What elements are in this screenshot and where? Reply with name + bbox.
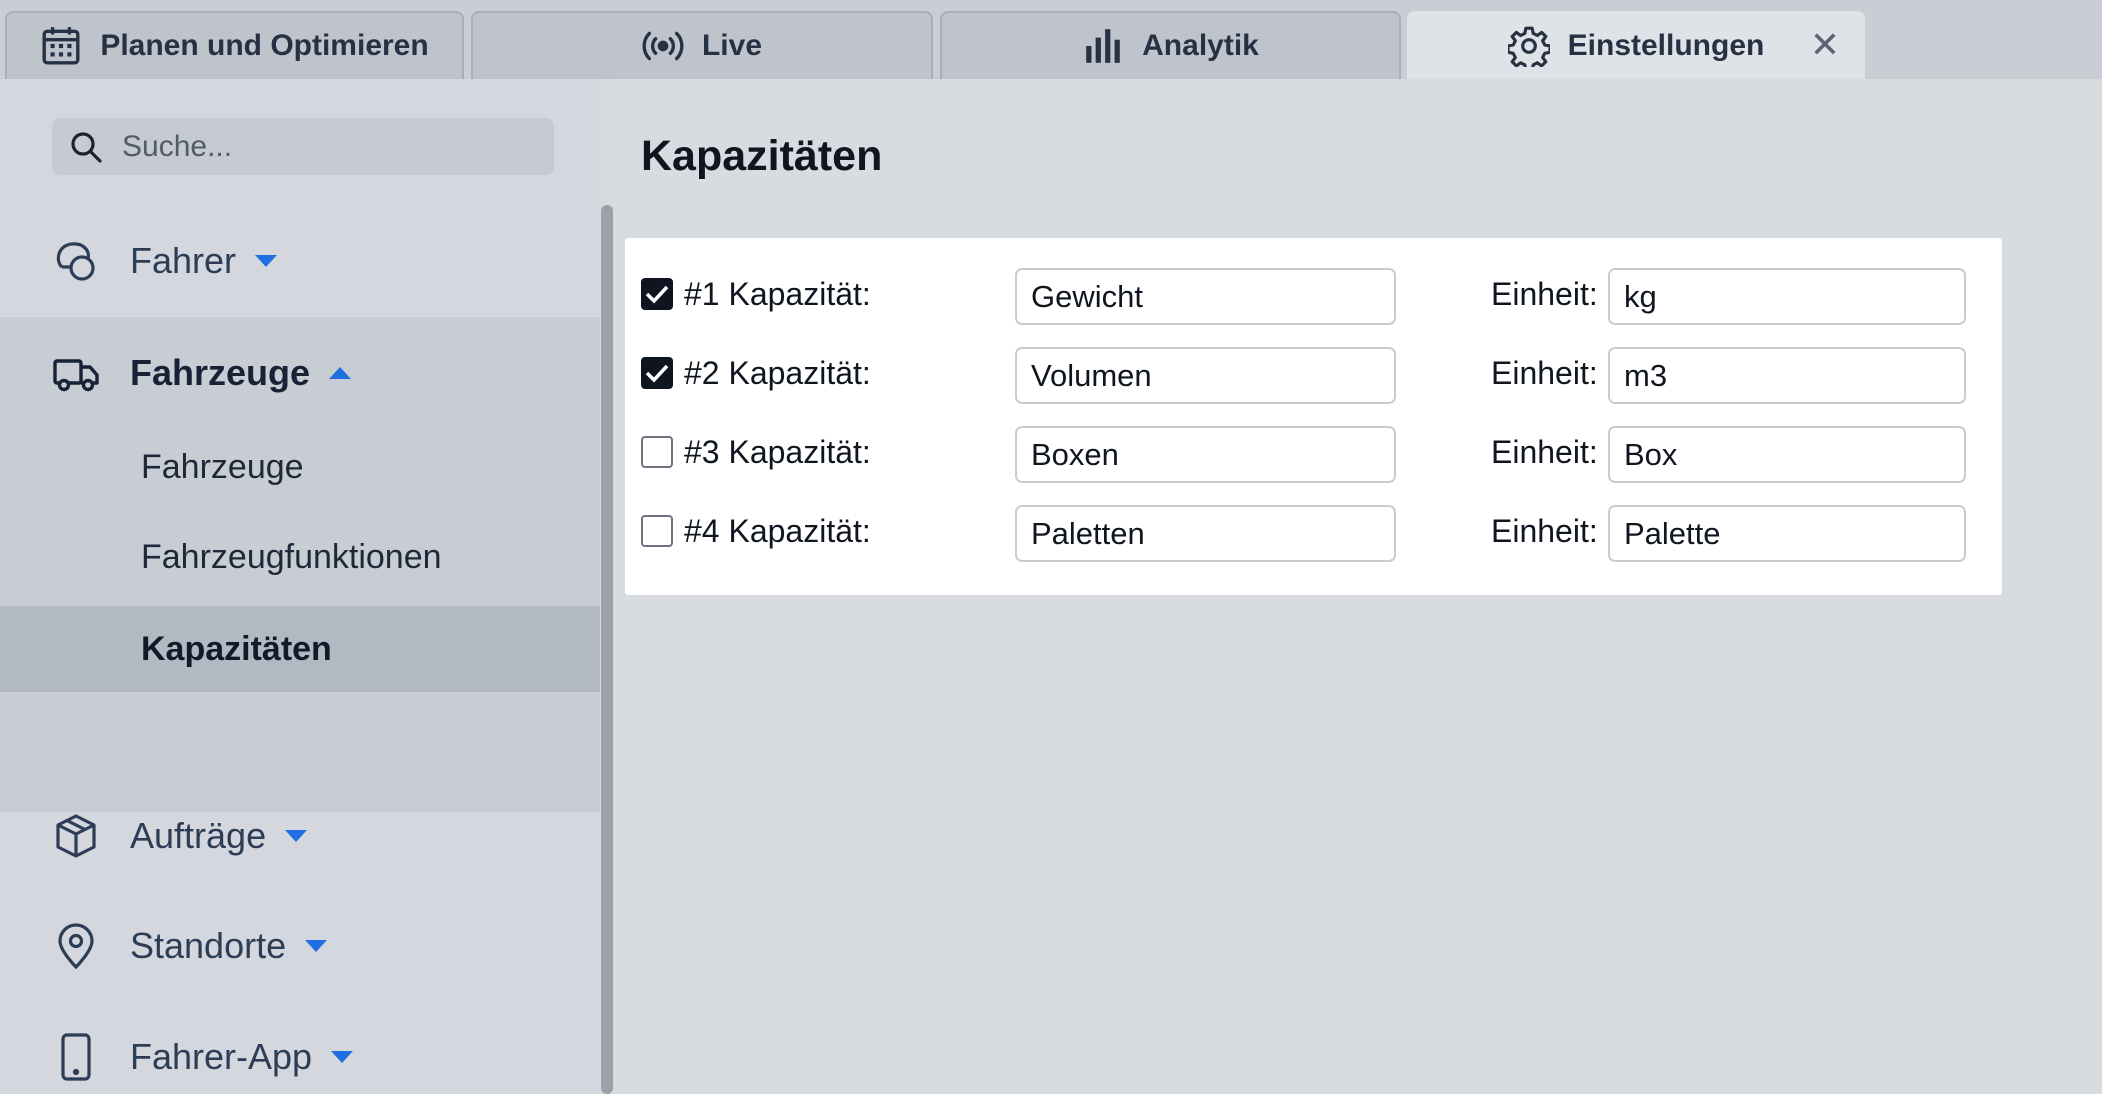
sidebar-item-kapazitaeten[interactable]: Kapazitäten [0, 606, 600, 692]
capacity-1-unit-field[interactable] [1608, 268, 1966, 325]
driver-icon [52, 237, 100, 285]
capacity-row-4: #4 Kapazität: Einheit: [625, 505, 2002, 565]
tab-label: Einstellungen [1567, 29, 1765, 62]
nav-group-label: Standorte [130, 925, 287, 966]
smartphone-icon [52, 1033, 100, 1081]
capacity-1-label: #1 Kapazität: [684, 276, 871, 312]
page-title: Kapazitäten [641, 132, 883, 180]
truck-icon [52, 349, 100, 397]
nav-group-standorte[interactable]: Standorte [0, 902, 600, 990]
capacity-3-label: #3 Kapazität: [684, 434, 871, 470]
nav-group-label: Fahrer [130, 240, 237, 281]
checkmark-icon [645, 364, 669, 383]
nav-group-fahrzeuge[interactable]: Fahrzeuge [0, 329, 600, 417]
broadcast-icon [642, 25, 684, 67]
capacity-3-unit-label: Einheit: [1491, 434, 1598, 470]
search-box[interactable] [52, 118, 554, 175]
capacity-2-unit-label: Einheit: [1491, 355, 1598, 391]
chevron-down-icon [304, 938, 328, 954]
calendar-icon [40, 25, 82, 67]
tab-bar: Planen und Optimieren Live Analytik Eins… [0, 0, 2102, 79]
capacity-3-checkbox[interactable] [641, 436, 673, 468]
capacity-4-label: #4 Kapazität: [684, 513, 871, 549]
search-icon [68, 129, 104, 165]
close-icon[interactable]: ✕ [1807, 24, 1843, 65]
capacity-3-unit-field[interactable] [1608, 426, 1966, 483]
bar-chart-icon [1082, 25, 1124, 67]
capacity-2-name-field[interactable] [1015, 347, 1396, 404]
search-input[interactable] [122, 129, 522, 164]
tab-planen-und-optimieren[interactable]: Planen und Optimieren [5, 11, 464, 79]
chevron-down-icon [254, 253, 278, 269]
chevron-up-icon [328, 365, 352, 381]
chevron-down-icon [284, 828, 308, 844]
tab-einstellungen[interactable]: Einstellungen ✕ [1407, 11, 1865, 79]
sidebar-scrollbar[interactable] [601, 205, 613, 1094]
tab-label: Live [701, 29, 763, 62]
main-content: Kapazitäten #1 Kapazität: Einheit: #2 Ka… [614, 79, 2102, 1094]
nav-group-fahrer[interactable]: Fahrer [0, 217, 600, 305]
capacity-4-name-field[interactable] [1015, 505, 1396, 562]
capacity-1-checkbox[interactable] [641, 278, 673, 310]
nav-group-label: Aufträge [130, 815, 267, 856]
sidebar-item-label: Kapazitäten [141, 629, 332, 668]
capacity-row-2: #2 Kapazität: Einheit: [625, 347, 2002, 407]
capacity-4-unit-field[interactable] [1608, 505, 1966, 562]
checkmark-icon [645, 285, 669, 304]
gear-icon [1507, 25, 1550, 67]
tab-analytik[interactable]: Analytik [940, 11, 1401, 79]
sidebar-item-label: Fahrzeugfunktionen [141, 537, 442, 576]
capacity-row-1: #1 Kapazität: Einheit: [625, 268, 2002, 328]
capacity-2-unit-field[interactable] [1608, 347, 1966, 404]
capacity-4-checkbox[interactable] [641, 515, 673, 547]
capacity-2-checkbox[interactable] [641, 357, 673, 389]
chevron-down-icon [330, 1049, 354, 1065]
capacities-card: #1 Kapazität: Einheit: #2 Kapazität: Ein… [625, 238, 2002, 595]
sidebar-item-fahrzeugfunktionen[interactable]: Fahrzeugfunktionen [0, 514, 600, 600]
capacity-row-3: #3 Kapazität: Einheit: [625, 426, 2002, 486]
nav-group-fahrer-app[interactable]: Fahrer-App [0, 1013, 600, 1094]
package-icon [52, 812, 100, 860]
capacity-1-unit-label: Einheit: [1491, 276, 1598, 312]
capacity-1-name-field[interactable] [1015, 268, 1396, 325]
tab-live[interactable]: Live [471, 11, 933, 79]
nav-group-label: Fahrer-App [130, 1036, 313, 1077]
nav-group-auftraege[interactable]: Aufträge [0, 792, 600, 880]
tab-label: Analytik [1142, 29, 1259, 62]
sidebar-item-fahrzeuge[interactable]: Fahrzeuge [0, 424, 600, 510]
location-pin-icon [52, 922, 100, 970]
nav-group-label: Fahrzeuge [130, 352, 311, 393]
tab-label: Planen und Optimieren [100, 29, 429, 62]
capacity-2-label: #2 Kapazität: [684, 355, 871, 391]
capacity-4-unit-label: Einheit: [1491, 513, 1598, 549]
capacity-3-name-field[interactable] [1015, 426, 1396, 483]
sidebar: Fahrer Fahrzeuge Fahrzeuge Fahrzeugfunkt… [0, 79, 600, 1094]
sidebar-item-label: Fahrzeuge [141, 447, 304, 486]
